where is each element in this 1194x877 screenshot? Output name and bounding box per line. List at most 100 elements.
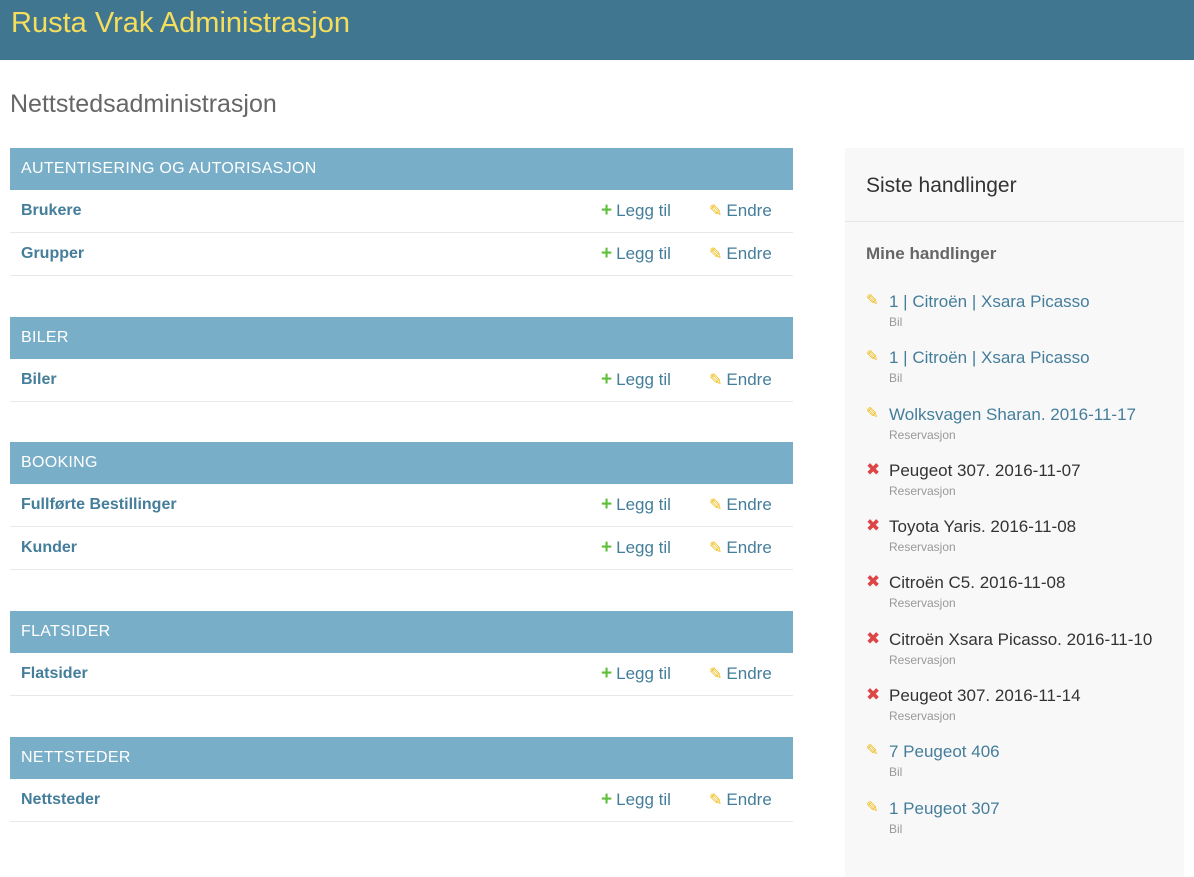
my-actions-title: Mine handlinger xyxy=(866,244,997,263)
delete-icon: ✖ xyxy=(866,685,881,705)
pencil-icon: ✎ xyxy=(709,372,723,389)
plus-icon: + xyxy=(601,369,613,390)
recent-action-link[interactable]: 1 Peugeot 307 xyxy=(889,797,1000,821)
pencil-icon: ✎ xyxy=(866,742,879,760)
plus-icon: + xyxy=(601,200,613,221)
page-title: Nettstedsadministrasjon xyxy=(10,90,277,118)
model-link[interactable]: Brukere xyxy=(21,190,81,232)
recent-action-link: Citroën C5. 2016-11-08 xyxy=(889,573,1066,593)
recent-action-item: ✎ 7 Peugeot 406 Bil xyxy=(866,740,1176,796)
add-link[interactable]: + Legg til xyxy=(601,527,671,569)
recent-action-link: Peugeot 307. 2016-11-14 xyxy=(889,686,1081,706)
delete-icon: ✖ xyxy=(866,516,881,536)
recent-action-link[interactable]: 1 | Citroën | Xsara Picasso xyxy=(889,290,1090,314)
change-link[interactable]: ✎ Endre xyxy=(709,653,772,696)
plus-icon: + xyxy=(601,243,613,264)
model-row: Nettsteder + Legg til ✎ Endre xyxy=(10,779,793,822)
pencil-icon: ✎ xyxy=(709,246,723,263)
delete-icon: ✖ xyxy=(866,459,881,479)
add-link[interactable]: + Legg til xyxy=(601,233,671,275)
recent-action-item: ✎ 1 | Citroën | Xsara Picasso Bil xyxy=(866,290,1176,346)
recent-action-type: Bil xyxy=(889,821,903,836)
module-caption[interactable]: NETTSTEDER xyxy=(10,737,793,779)
add-link[interactable]: + Legg til xyxy=(601,359,671,401)
module-caption[interactable]: BILER xyxy=(10,317,793,359)
recent-action-link[interactable]: Wolksvagen Sharan. 2016-11-17 xyxy=(889,403,1136,427)
change-label: Endre xyxy=(726,244,772,263)
app-module: FLATSIDER Flatsider + Legg til ✎ Endre xyxy=(10,611,793,696)
change-link[interactable]: ✎ Endre xyxy=(709,359,772,402)
app-list: AUTENTISERING OG AUTORISASJON Brukere + Leg… xyxy=(10,148,793,863)
add-link[interactable]: + Legg til xyxy=(601,190,671,232)
plus-icon: + xyxy=(601,789,613,810)
recent-action-item: ✖ Citroën Xsara Picasso. 2016-11-10 Reserv… xyxy=(866,628,1176,684)
model-link[interactable]: Biler xyxy=(21,359,57,401)
recent-action-item: ✖ Peugeot 307. 2016-11-07 Reservasjon xyxy=(866,459,1176,515)
change-label: Endre xyxy=(726,790,772,809)
model-link[interactable]: Flatsider xyxy=(21,653,88,695)
module-caption[interactable]: FLATSIDER xyxy=(10,611,793,653)
model-link[interactable]: Kunder xyxy=(21,527,77,569)
module-caption[interactable]: BOOKING xyxy=(10,442,793,484)
add-link[interactable]: + Legg til xyxy=(601,779,671,821)
recent-action-link[interactable]: 1 | Citroën | Xsara Picasso xyxy=(889,346,1090,370)
recent-action-link: Citroën Xsara Picasso. 2016-11-10 xyxy=(889,629,1153,649)
model-row: Kunder + Legg til ✎ Endre xyxy=(10,527,793,570)
model-row: Biler + Legg til ✎ Endre xyxy=(10,359,793,402)
recent-action-item: ✖ Peugeot 307. 2016-11-14 Reservasjon xyxy=(866,684,1176,740)
change-label: Endre xyxy=(726,538,772,557)
change-link[interactable]: ✎ Endre xyxy=(709,527,772,570)
recent-action-type: Reservasjon xyxy=(889,596,956,611)
module-caption[interactable]: AUTENTISERING OG AUTORISASJON xyxy=(10,148,793,190)
add-label: Legg til xyxy=(616,495,671,514)
pencil-icon: ✎ xyxy=(866,348,879,366)
pencil-icon: ✎ xyxy=(709,497,723,514)
recent-action-item: ✎ Wolksvagen Sharan. 2016-11-17 Reservasjo… xyxy=(866,403,1176,459)
model-row: Flatsider + Legg til ✎ Endre xyxy=(10,653,793,696)
add-label: Legg til xyxy=(616,370,671,389)
add-label: Legg til xyxy=(616,201,671,220)
change-link[interactable]: ✎ Endre xyxy=(709,190,772,233)
plus-icon: + xyxy=(601,663,613,684)
pencil-icon: ✎ xyxy=(709,540,723,557)
recent-action-type: Reservasjon xyxy=(889,709,956,724)
model-row: Grupper + Legg til ✎ Endre xyxy=(10,233,793,276)
recent-action-item: ✎ 1 Peugeot 307 Bil xyxy=(866,797,1176,853)
model-link[interactable]: Grupper xyxy=(21,233,84,275)
recent-action-type: Reservasjon xyxy=(889,652,956,667)
recent-actions-title: Siste handlinger xyxy=(845,148,1184,222)
add-link[interactable]: + Legg til xyxy=(601,484,671,526)
model-row: Brukere + Legg til ✎ Endre xyxy=(10,190,793,233)
recent-actions-panel: Siste handlinger Mine handlinger ✎ 1 | Ci… xyxy=(845,148,1184,877)
change-link[interactable]: ✎ Endre xyxy=(709,233,772,276)
site-name[interactable]: Rusta Vrak Administrasjon xyxy=(11,4,1183,42)
recent-action-link[interactable]: 7 Peugeot 406 xyxy=(889,740,1000,764)
recent-action-type: Bil xyxy=(889,765,903,780)
add-label: Legg til xyxy=(616,664,671,683)
pencil-icon: ✎ xyxy=(866,292,879,309)
change-link[interactable]: ✎ Endre xyxy=(709,484,772,527)
action-list: ✎ 1 | Citroën | Xsara Picasso Bil ✎ 1 | Citr… xyxy=(866,290,1176,853)
change-link[interactable]: ✎ Endre xyxy=(709,779,772,822)
plus-icon: + xyxy=(601,494,613,515)
add-label: Legg til xyxy=(616,790,671,809)
plus-icon: + xyxy=(601,537,613,558)
add-link[interactable]: + Legg til xyxy=(601,653,671,695)
change-label: Endre xyxy=(726,664,772,683)
recent-action-item: ✖ Toyota Yaris. 2016-11-08 Reservasjon xyxy=(866,515,1176,571)
recent-action-type: Bil xyxy=(889,315,903,329)
app-module: BOOKING Fullførte Bestillinger + Legg til ✎ E… xyxy=(10,442,793,570)
recent-action-item: ✖ Citroën C5. 2016-11-08 Reservasjon xyxy=(866,571,1176,627)
pencil-icon: ✎ xyxy=(709,792,723,809)
recent-action-type: Reservasjon xyxy=(889,540,956,555)
app-module: BILER Biler + Legg til ✎ Endre xyxy=(10,317,793,402)
model-link[interactable]: Nettsteder xyxy=(21,779,100,821)
delete-icon: ✖ xyxy=(866,628,881,648)
app-module: AUTENTISERING OG AUTORISASJON Brukere + Leg… xyxy=(10,148,793,276)
pencil-icon: ✎ xyxy=(709,203,723,220)
model-link[interactable]: Fullførte Bestillinger xyxy=(21,484,177,526)
recent-action-item: ✎ 1 | Citroën | Xsara Picasso Bil xyxy=(866,346,1176,402)
model-row: Fullførte Bestillinger + Legg til ✎ Endre xyxy=(10,484,793,527)
add-label: Legg til xyxy=(616,538,671,557)
change-label: Endre xyxy=(726,370,772,389)
